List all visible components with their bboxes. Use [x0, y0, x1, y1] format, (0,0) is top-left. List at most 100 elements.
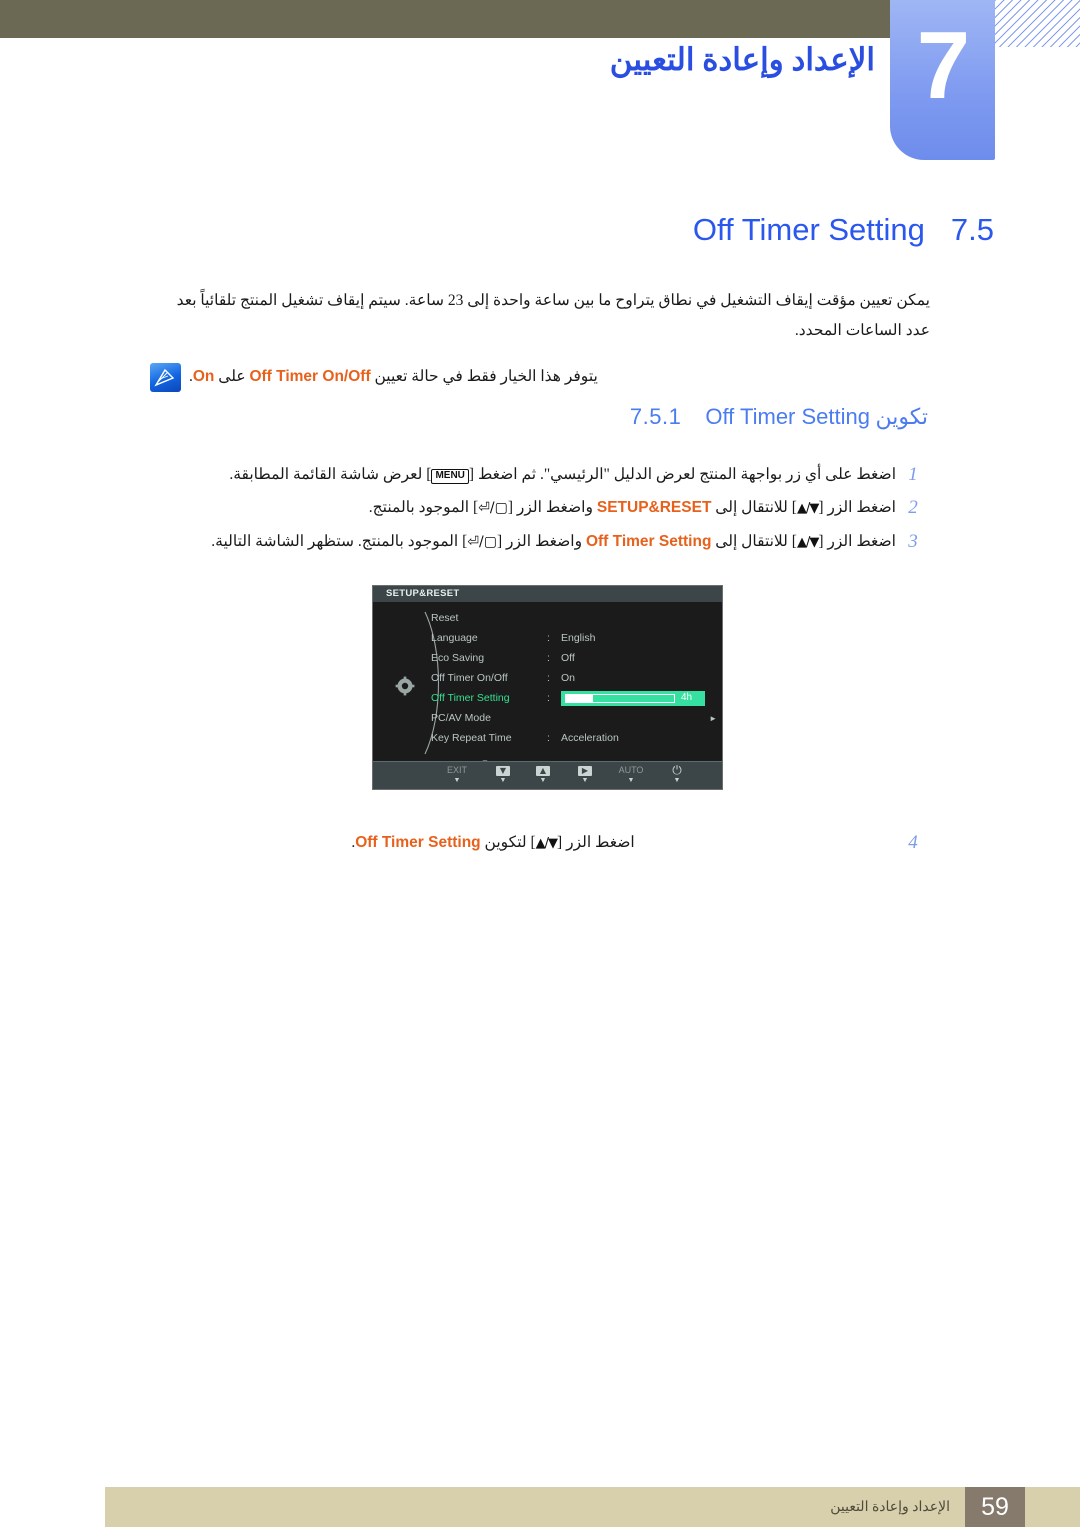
subsection-heading: تكوين Off Timer Setting 7.5.1: [630, 404, 928, 430]
step-text: اضغط الزر [▲/▼] للانتقال إلى SETUP&RESET…: [150, 495, 896, 522]
osd-row-pc-av-mode[interactable]: PC/AV Mode ►: [431, 708, 721, 728]
step-text-part-a: اضغط الزر: [827, 533, 896, 550]
osd-screenshot: SETUP&RESET Reset Language: English Eco…: [372, 585, 723, 790]
section-title: Off Timer Setting: [692, 212, 925, 247]
step-item: 3 اضغط الزر [▲/▼] للانتقال إلى Off Timer…: [150, 529, 930, 556]
osd-row-colon: :: [547, 632, 550, 644]
osd-tab-header: SETUP&RESET: [373, 586, 722, 602]
step-number: 1: [908, 464, 918, 485]
step-text: اضغط الزر [▲/▼] لتكوين Off Timer Setting…: [150, 830, 896, 857]
step-text-part-d: الموجود بالمنتج. ستظهر الشاشة التالية.: [211, 533, 459, 550]
osd-button-auto[interactable]: AUTO ▼: [609, 765, 653, 786]
osd-button-tick-icon: ▼: [581, 777, 589, 784]
osd-button-tick-icon: ▼: [539, 777, 547, 784]
step-item: 1 اضغط على أي زر بواجهة المنتج لعرض الدل…: [150, 462, 930, 488]
step-text: اضغط على أي زر بواجهة المنتج لعرض الدليل…: [229, 466, 896, 484]
osd-row-colon: :: [547, 672, 550, 684]
step-text-part-a: اضغط الزر: [827, 499, 896, 516]
note-text: يتوفر هذا الخيار فقط في حالة تعيين Off T…: [189, 363, 598, 391]
osd-button-tick-icon: ▼: [499, 777, 507, 784]
manual-page: 7 الإعداد وإعادة التعيين Off Timer Setti…: [0, 0, 1080, 1527]
step-number: 3: [908, 531, 918, 552]
osd-button-down[interactable]: ▼ ▼: [481, 765, 525, 786]
step-text-part-b: لعرض شاشة القائمة المطابقة.: [229, 466, 423, 483]
osd-row-label: Off Timer On/Off: [431, 672, 508, 684]
osd-button-enter[interactable]: ▶ ▼: [563, 765, 607, 786]
up-down-arrow-key-icon: ▲/▼: [535, 836, 558, 851]
step-text-part-a: اضغط الزر: [566, 834, 635, 851]
osd-tab-label: SETUP&RESET: [386, 588, 460, 599]
osd-button-power[interactable]: ⏻ ▼: [655, 763, 699, 786]
osd-button-glyph: ▲: [521, 765, 565, 776]
header-bar: [0, 0, 890, 38]
note-highlight-off-timer-onoff: Off Timer On/Off: [249, 368, 371, 385]
osd-button-up[interactable]: ▲ ▼: [521, 765, 565, 786]
note-highlight-on: On: [192, 368, 215, 385]
steps-list: 1 اضغط على أي زر بواجهة المنتج لعرض الدل…: [150, 462, 930, 563]
osd-row-label: Off Timer Setting: [431, 692, 510, 704]
osd-row-value: Acceleration: [561, 732, 619, 744]
note-block: يتوفر هذا الخيار فقط في حالة تعيين Off T…: [150, 363, 930, 392]
osd-menu-list: Reset Language : English Eco Saving : Of…: [431, 608, 721, 748]
gear-icon: [395, 676, 415, 696]
step-text-part-c: واضغط الزر: [516, 499, 593, 516]
osd-row-language[interactable]: Language : English: [431, 628, 721, 648]
subsection-title-latin: Off Timer Setting: [705, 404, 870, 429]
osd-row-reset[interactable]: Reset: [431, 608, 721, 628]
subsection-number: 7.5.1: [629, 404, 682, 429]
chapter-number: 7: [916, 12, 970, 119]
subsection-title: تكوين Off Timer Setting: [705, 404, 928, 430]
osd-row-value: English: [561, 632, 596, 644]
slider-value: 4h: [681, 691, 693, 703]
menu-ref-off-timer-setting: Off Timer Setting: [585, 533, 712, 550]
step-text-part-b: لتكوين: [484, 834, 527, 851]
step-text-part-a: اضغط على أي زر بواجهة المنتج لعرض الدليل…: [477, 466, 896, 483]
osd-button-label: AUTO: [618, 765, 644, 775]
osd-row-label: Eco Saving: [431, 652, 485, 664]
osd-button-exit[interactable]: EXIT ▼: [435, 765, 479, 786]
osd-row-label: Language: [431, 632, 478, 644]
up-down-arrow-key-icon: ▲/▼: [796, 535, 819, 550]
power-icon: ⏻: [672, 763, 682, 777]
osd-row-colon: :: [547, 652, 550, 664]
note-text-before: يتوفر هذا الخيار فقط في حالة تعيين: [374, 368, 598, 385]
off-timer-slider[interactable]: 4h: [561, 690, 705, 706]
step-text-part-b: للانتقال إلى: [715, 533, 788, 550]
osd-button-tick-icon: ▼: [627, 777, 635, 784]
osd-button-tick-icon: ▼: [673, 777, 681, 784]
enter-key-icon: ⏎/▢: [478, 500, 508, 516]
osd-row-colon: :: [547, 692, 550, 704]
footer-chapter-title: الإعداد وإعادة التعيين: [830, 1500, 950, 1515]
step-item: 4 اضغط الزر [▲/▼] لتكوين Off Timer Setti…: [150, 830, 930, 857]
up-down-arrow-key-icon: ▲/▼: [796, 501, 819, 516]
osd-button-glyph: ▶: [563, 765, 607, 776]
section-heading: Off Timer Setting 7.5: [693, 212, 994, 248]
step-text: اضغط الزر [▲/▼] للانتقال إلى Off Timer S…: [150, 529, 896, 556]
osd-row-off-timer-setting[interactable]: Off Timer Setting : 4h: [431, 688, 721, 708]
osd-button-label: EXIT: [446, 765, 467, 775]
note-text-middle: على: [218, 368, 246, 385]
step-number: 2: [908, 497, 918, 518]
osd-row-eco-saving[interactable]: Eco Saving : Off: [431, 648, 721, 668]
osd-row-key-repeat-time[interactable]: Key Repeat Time : Acceleration: [431, 728, 721, 748]
osd-button-bar: EXIT ▼ ▼ ▼ ▲ ▼ ▶ ▼ AUTO ▼ ⏻ ▼: [373, 761, 722, 789]
osd-row-value: Off: [561, 652, 575, 664]
osd-row-label: Key Repeat Time: [431, 732, 512, 744]
osd-row-label: PC/AV Mode: [431, 712, 491, 724]
step-text-part-c: واضغط الزر: [506, 533, 583, 550]
chevron-right-icon: ►: [709, 714, 717, 723]
section-number: 7.5: [950, 212, 994, 247]
osd-row-colon: :: [547, 732, 550, 744]
slider-fill: [565, 693, 593, 703]
osd-row-label: Reset: [431, 612, 459, 624]
header-stripes-decoration: [995, 0, 1080, 47]
subsection-title-arabic: تكوين: [875, 404, 928, 429]
enter-key-icon: ⏎/▢: [467, 534, 497, 550]
step-item: 2 اضغط الزر [▲/▼] للانتقال إلى SETUP&RES…: [150, 495, 930, 522]
step-number: 4: [908, 832, 918, 853]
osd-button-glyph: ▼: [481, 765, 525, 776]
osd-row-off-timer-onoff[interactable]: Off Timer On/Off : On: [431, 668, 721, 688]
menu-key-badge: MENU: [431, 469, 469, 484]
steps-list-continued: 4 اضغط الزر [▲/▼] لتكوين Off Timer Setti…: [150, 830, 930, 864]
intro-paragraph: يمكن تعيين مؤقت إيقاف التشغيل في نطاق يت…: [176, 292, 930, 339]
